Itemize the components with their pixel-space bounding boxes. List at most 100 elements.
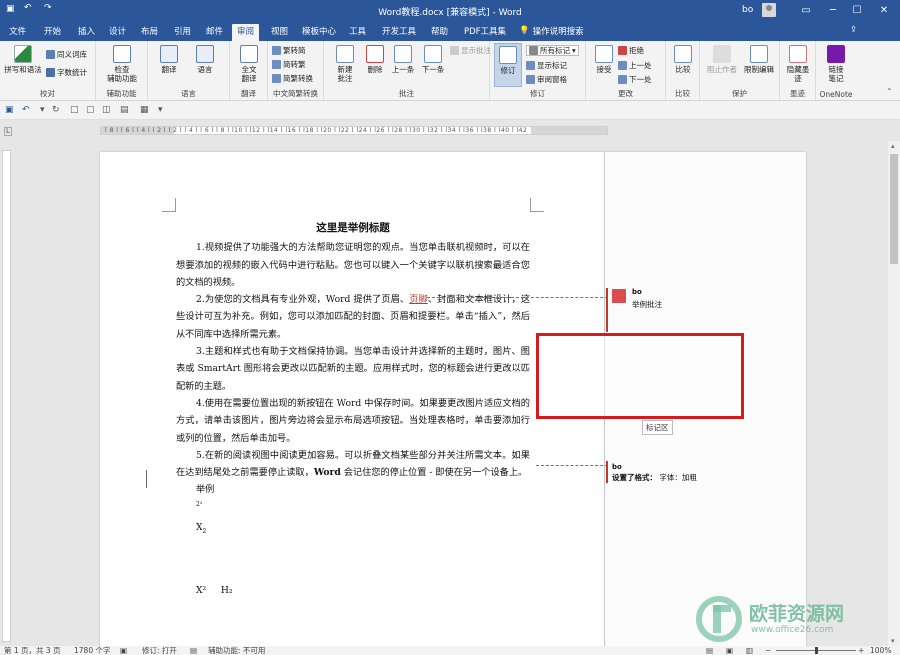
- collapse-ribbon-icon[interactable]: ⌃: [886, 87, 893, 96]
- track-changes-status[interactable]: 修订: 打开: [142, 646, 177, 655]
- block-label: 阻止作者: [707, 65, 737, 74]
- reviewing-pane-button[interactable]: 审阅窗格: [526, 74, 567, 85]
- linked-notes-button[interactable]: 链接 笔记: [820, 45, 852, 83]
- tab-review[interactable]: 审阅: [232, 24, 260, 41]
- group-label-tracking: 修订: [530, 89, 545, 98]
- tab-home[interactable]: 开始: [44, 25, 61, 37]
- document-body[interactable]: 这里是举例标题 1.视频提供了功能强大的方法帮助您证明您的观点。当您单击联机视频…: [176, 220, 530, 599]
- tab-layout[interactable]: 布局: [141, 25, 158, 37]
- tab-mailings[interactable]: 邮件: [206, 25, 223, 37]
- thesaurus-button[interactable]: 同义词库: [46, 49, 87, 60]
- ribbon-display-icon[interactable]: ▭: [792, 0, 820, 22]
- tab-template-center[interactable]: 模板中心: [302, 25, 336, 37]
- table-icon[interactable]: ▦: [140, 105, 149, 115]
- chinese-convert-button[interactable]: 简繁转换: [272, 73, 313, 84]
- spelling-grammar-button[interactable]: 拼写和语法: [4, 45, 42, 74]
- markup-area-tooltip: 标记区: [642, 420, 673, 435]
- horizontal-ruler[interactable]: L l 8 l l 6 l l 4 l l 2 l l 2 l l 4 l l …: [0, 120, 900, 141]
- save-icon[interactable]: ▣: [5, 105, 14, 115]
- read-mode-icon[interactable]: ▤: [706, 646, 713, 655]
- new-comment-icon: [336, 45, 354, 63]
- customize-qat-icon[interactable]: ▾: [158, 105, 163, 115]
- block-authors-button[interactable]: 阻止作者: [704, 45, 740, 74]
- next-change-button[interactable]: 下一处: [618, 74, 652, 85]
- comment-2-text[interactable]: 设置了格式： 字体：加粗: [612, 472, 697, 483]
- tab-pdf-tools[interactable]: PDF工具集: [464, 25, 506, 37]
- previous-comment-button[interactable]: 上一条: [388, 45, 418, 74]
- restrict-editing-button[interactable]: 限制编辑: [742, 45, 776, 74]
- user-name[interactable]: bo: [742, 5, 753, 15]
- change-bar: [146, 470, 147, 488]
- track-changes-button[interactable]: 修订: [494, 43, 522, 87]
- maximize-button[interactable]: ☐: [843, 0, 871, 22]
- group-label-translate: 翻译: [241, 89, 256, 98]
- accessibility-status[interactable]: 辅助功能: 不可用: [208, 646, 265, 655]
- tab-file[interactable]: 文件: [9, 25, 26, 37]
- previous-change-button[interactable]: 上一处: [618, 60, 652, 71]
- tab-tools[interactable]: 工具: [349, 25, 366, 37]
- macro-icon[interactable]: ▤: [190, 646, 197, 655]
- open-icon[interactable]: ▢: [86, 105, 95, 115]
- redo-icon[interactable]: ↻: [52, 105, 60, 115]
- show-markup-button[interactable]: 显示标记: [526, 60, 567, 71]
- check-accessibility-button[interactable]: 检查 辅助功能: [102, 45, 142, 83]
- check-label: 检查: [114, 65, 130, 74]
- full-translate-button[interactable]: 全文 翻译: [234, 45, 264, 83]
- tab-design[interactable]: 设计: [109, 25, 126, 37]
- print-icon[interactable]: ▤: [120, 105, 129, 115]
- tab-insert[interactable]: 插入: [78, 25, 95, 37]
- zoom-level[interactable]: 100%: [870, 646, 891, 655]
- comment-1-text[interactable]: 举例批注: [632, 299, 662, 310]
- reject-button[interactable]: 拒绝: [618, 45, 644, 56]
- new-comment-button[interactable]: 新建 批注: [330, 45, 360, 83]
- undo-dropdown-icon[interactable]: ▾: [40, 105, 45, 115]
- new-doc-icon[interactable]: □: [70, 105, 79, 115]
- web-layout-icon[interactable]: ▥: [746, 646, 753, 655]
- vertical-scrollbar[interactable]: ▴ ▾: [888, 141, 900, 646]
- word-count-button[interactable]: 字数统计: [46, 67, 87, 78]
- commented-text[interactable]: 页脚: [409, 294, 428, 305]
- zoom-in-icon[interactable]: +: [858, 646, 864, 655]
- delete-comment-button[interactable]: 删除: [362, 45, 388, 74]
- proofing-status-icon[interactable]: ▣: [120, 646, 127, 655]
- paragraph-3: 3.主题和样式也有助于文档保持协调。当您单击设计并选择新的主题时，图片、图表或 …: [176, 346, 530, 392]
- tab-references[interactable]: 引用: [174, 25, 191, 37]
- word-count[interactable]: 1780 个字: [74, 646, 110, 655]
- tab-selector-icon[interactable]: L: [4, 127, 12, 136]
- simp-trad-icon: [272, 60, 281, 69]
- tell-me-search[interactable]: 💡 操作说明搜索: [519, 25, 584, 37]
- tab-view[interactable]: 视图: [271, 25, 288, 37]
- markup-display-select[interactable]: 所有标记 ▾: [526, 45, 579, 56]
- language-button[interactable]: 语言: [188, 45, 222, 74]
- watermark-url: www.office26.com: [751, 625, 834, 635]
- show-comments-button[interactable]: 显示批注: [450, 45, 491, 56]
- group-comments: 新建 批注 删除 上一条 下一条 显示批注 批注: [324, 41, 491, 101]
- preview-icon[interactable]: ◫: [102, 105, 111, 115]
- trad-to-simp-button[interactable]: 繁转简: [272, 45, 306, 56]
- compare-button[interactable]: 比较: [670, 45, 696, 74]
- zoom-out-icon[interactable]: ─: [766, 646, 771, 655]
- next-comment-button[interactable]: 下一条: [418, 45, 448, 74]
- tab-help[interactable]: 帮助: [431, 25, 448, 37]
- convert-label: 简繁转换: [283, 74, 313, 83]
- share-icon[interactable]: ⇪: [850, 25, 857, 35]
- accept-button[interactable]: 接受: [590, 45, 618, 74]
- lock-icon: [750, 45, 768, 63]
- user-avatar[interactable]: [762, 3, 776, 17]
- scroll-thumb[interactable]: [890, 154, 898, 264]
- simp-to-trad-button[interactable]: 简转繁: [272, 59, 306, 70]
- hide-ink-button[interactable]: 隐藏墨 迹: [783, 45, 813, 83]
- undo-icon[interactable]: ↶: [22, 105, 30, 115]
- ruler-scale[interactable]: l 8 l l 6 l l 4 l l 2 l l 2 l l 4 l l 6 …: [100, 126, 608, 135]
- new-comment-label: 新建: [337, 65, 353, 74]
- tab-developer[interactable]: 开发工具: [382, 25, 416, 37]
- print-layout-icon[interactable]: ▣: [726, 646, 733, 655]
- all-markup-label: 所有标记: [540, 46, 570, 55]
- vertical-ruler[interactable]: [2, 150, 11, 642]
- zoom-slider-thumb[interactable]: [815, 647, 818, 654]
- scroll-up-icon[interactable]: ▴: [891, 142, 895, 150]
- linked-notes-label: 链接: [828, 65, 844, 74]
- translate-button[interactable]: 翻译: [154, 45, 184, 74]
- page-count[interactable]: 第 1 页，共 3 页: [4, 646, 61, 655]
- close-button[interactable]: ✕: [870, 0, 898, 22]
